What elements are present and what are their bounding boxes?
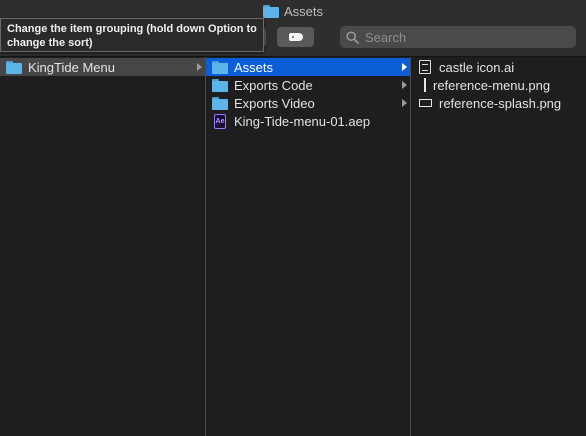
list-item[interactable]: Assets <box>206 58 410 76</box>
list-item[interactable]: Exports Video <box>206 94 410 112</box>
column-3[interactable]: castle icon.ai reference-menu.png refere… <box>411 57 586 436</box>
item-label: Exports Code <box>234 77 313 93</box>
list-item[interactable]: castle icon.ai <box>411 58 586 76</box>
tag-icon <box>288 33 303 41</box>
chevron-right-icon <box>402 81 407 89</box>
folder-icon <box>212 60 228 74</box>
column-2[interactable]: Assets Exports Code Exports Video Ae Kin… <box>206 57 411 436</box>
folder-icon <box>6 60 22 74</box>
item-label: reference-menu.png <box>433 77 551 93</box>
after-effects-file-icon: Ae <box>214 113 226 129</box>
item-label: Exports Video <box>234 95 315 111</box>
column-1[interactable]: KingTide Menu <box>0 57 206 436</box>
item-label: King-Tide-menu-01.aep <box>234 113 371 129</box>
folder-icon <box>262 5 279 18</box>
list-item[interactable]: reference-menu.png <box>411 76 586 94</box>
document-icon <box>419 60 431 74</box>
item-label: castle icon.ai <box>439 59 515 75</box>
item-label: Assets <box>234 59 274 75</box>
column-browser: KingTide Menu Assets Exports Code Export… <box>0 57 586 436</box>
list-item[interactable]: KingTide Menu <box>0 58 205 76</box>
list-item[interactable]: reference-splash.png <box>411 94 586 112</box>
chevron-right-icon <box>402 63 407 71</box>
window-title-label: Assets <box>283 4 323 19</box>
finder-window: Assets Change the item grouping (hold do… <box>0 0 586 436</box>
tags-button[interactable] <box>277 27 314 47</box>
list-item[interactable]: Ae King-Tide-menu-01.aep <box>206 112 410 130</box>
search-input[interactable] <box>365 29 565 45</box>
wide-image-thumbnail-icon <box>419 99 432 107</box>
item-label: reference-splash.png <box>439 95 562 111</box>
search-field[interactable] <box>340 26 576 48</box>
list-item[interactable]: Exports Code <box>206 76 410 94</box>
tooltip: Change the item grouping (hold down Opti… <box>0 18 264 52</box>
item-label: KingTide Menu <box>28 59 115 75</box>
folder-icon <box>212 96 228 110</box>
chevron-right-icon <box>197 63 202 71</box>
search-icon <box>346 30 359 44</box>
folder-icon <box>212 78 228 92</box>
window-title: Assets <box>0 4 586 19</box>
tall-image-thumbnail-icon <box>424 78 426 92</box>
chevron-right-icon <box>402 99 407 107</box>
